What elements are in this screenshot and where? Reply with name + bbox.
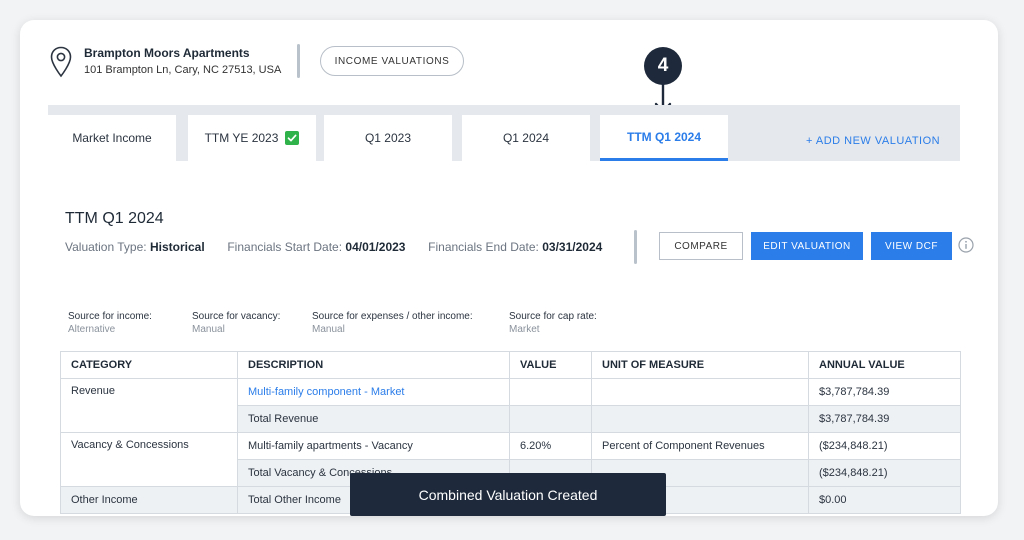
- value-cell: 6.20%: [509, 432, 592, 460]
- tab-label: Market Income: [72, 131, 152, 145]
- column-header: VALUE: [509, 351, 592, 379]
- description-cell: Multi-family apartments - Vacancy: [237, 432, 510, 460]
- annual-value-cell: $3,787,784.39: [808, 378, 961, 406]
- step-marker: 4: [644, 47, 682, 85]
- start-date-value: 04/01/2023: [345, 240, 406, 254]
- table-row: Revenue Multi-family component - Market …: [60, 378, 961, 433]
- source-label: Source for income:: [68, 311, 152, 322]
- end-date-label: Financials End Date:: [428, 240, 539, 254]
- tab-ttm-ye-2023[interactable]: TTM YE 2023: [188, 115, 316, 161]
- table-header-row: CATEGORY DESCRIPTION VALUE UNIT OF MEASU…: [60, 351, 961, 379]
- column-header: ANNUAL VALUE: [808, 351, 961, 379]
- source-cap-rate: Source for cap rate: Market: [509, 310, 597, 336]
- description-cell: Total Revenue: [237, 405, 510, 433]
- toast-notification: Combined Valuation Created: [350, 473, 666, 516]
- valuation-card: Brampton Moors Apartments 101 Brampton L…: [20, 20, 998, 516]
- property-address: 101 Brampton Ln, Cary, NC 27513, USA: [84, 64, 282, 76]
- edit-valuation-button[interactable]: EDIT VALUATION: [751, 232, 863, 260]
- tab-ttm-q1-2024[interactable]: TTM Q1 2024: [600, 115, 728, 161]
- source-value: Market: [509, 324, 540, 335]
- annual-value-cell: $0.00: [808, 486, 961, 514]
- source-value: Manual: [312, 324, 345, 335]
- revenue-description-link[interactable]: Multi-family component - Market: [237, 378, 510, 406]
- view-dcf-button[interactable]: VIEW DCF: [871, 232, 952, 260]
- valuation-type-label: Valuation Type:: [65, 240, 147, 254]
- header-divider: [297, 44, 300, 78]
- annual-value-cell: ($234,848.21): [808, 432, 961, 460]
- valuation-meta: Valuation Type: Historical Financials St…: [65, 240, 602, 254]
- unit-cell: Percent of Component Revenues: [591, 432, 809, 460]
- category-cell: Vacancy & Concessions: [60, 432, 238, 487]
- source-income: Source for income: Alternative: [68, 310, 152, 336]
- tab-label: TTM YE 2023: [204, 131, 279, 145]
- tab-label: TTM Q1 2024: [626, 129, 702, 144]
- value-cell: [509, 405, 592, 433]
- income-valuations-button[interactable]: INCOME VALUATIONS: [320, 46, 464, 76]
- annual-value-cell: ($234,848.21): [808, 459, 961, 487]
- tab-label: Q1 2024: [502, 131, 550, 145]
- compare-button[interactable]: COMPARE: [659, 232, 743, 260]
- valuation-type-value: Historical: [149, 240, 205, 254]
- unit-cell: [591, 378, 809, 406]
- tab-market-income[interactable]: Market Income: [48, 115, 176, 161]
- source-value: Manual: [192, 324, 225, 335]
- add-new-valuation-link[interactable]: + ADD NEW VALUATION: [806, 135, 940, 147]
- valuation-title: TTM Q1 2024: [65, 210, 164, 227]
- category-cell: Other Income: [60, 486, 238, 514]
- source-vacancy: Source for vacancy: Manual: [192, 310, 280, 336]
- valuation-tabs: Market Income TTM YE 2023 Q1 2023 Q1 202…: [48, 105, 960, 161]
- property-name: Brampton Moors Apartments: [84, 46, 250, 60]
- column-header: CATEGORY: [60, 351, 238, 379]
- tab-label: Q1 2023: [364, 131, 412, 145]
- table-row: Vacancy & Concessions Multi-family apart…: [60, 432, 961, 487]
- tab-q1-2023[interactable]: Q1 2023: [324, 115, 452, 161]
- source-label: Source for cap rate:: [509, 311, 597, 322]
- location-pin-icon: [50, 46, 72, 78]
- source-label: Source for expenses / other income:: [312, 311, 473, 322]
- source-value: Alternative: [68, 324, 116, 335]
- toast-message: Combined Valuation Created: [418, 486, 598, 503]
- source-label: Source for vacancy:: [192, 311, 281, 322]
- column-header: UNIT OF MEASURE: [591, 351, 809, 379]
- unit-cell: [591, 405, 809, 433]
- check-icon: [285, 131, 300, 145]
- tab-q1-2024[interactable]: Q1 2024: [462, 115, 590, 161]
- annual-value-cell: $3,787,784.39: [808, 405, 961, 433]
- value-cell: [509, 378, 592, 406]
- actions-divider: [634, 230, 637, 264]
- category-cell: Revenue: [60, 378, 238, 433]
- end-date-value: 03/31/2024: [542, 240, 603, 254]
- column-header: DESCRIPTION: [237, 351, 510, 379]
- source-expenses: Source for expenses / other income: Manu…: [312, 310, 473, 336]
- start-date-label: Financials Start Date:: [227, 240, 343, 254]
- info-icon[interactable]: [958, 237, 974, 253]
